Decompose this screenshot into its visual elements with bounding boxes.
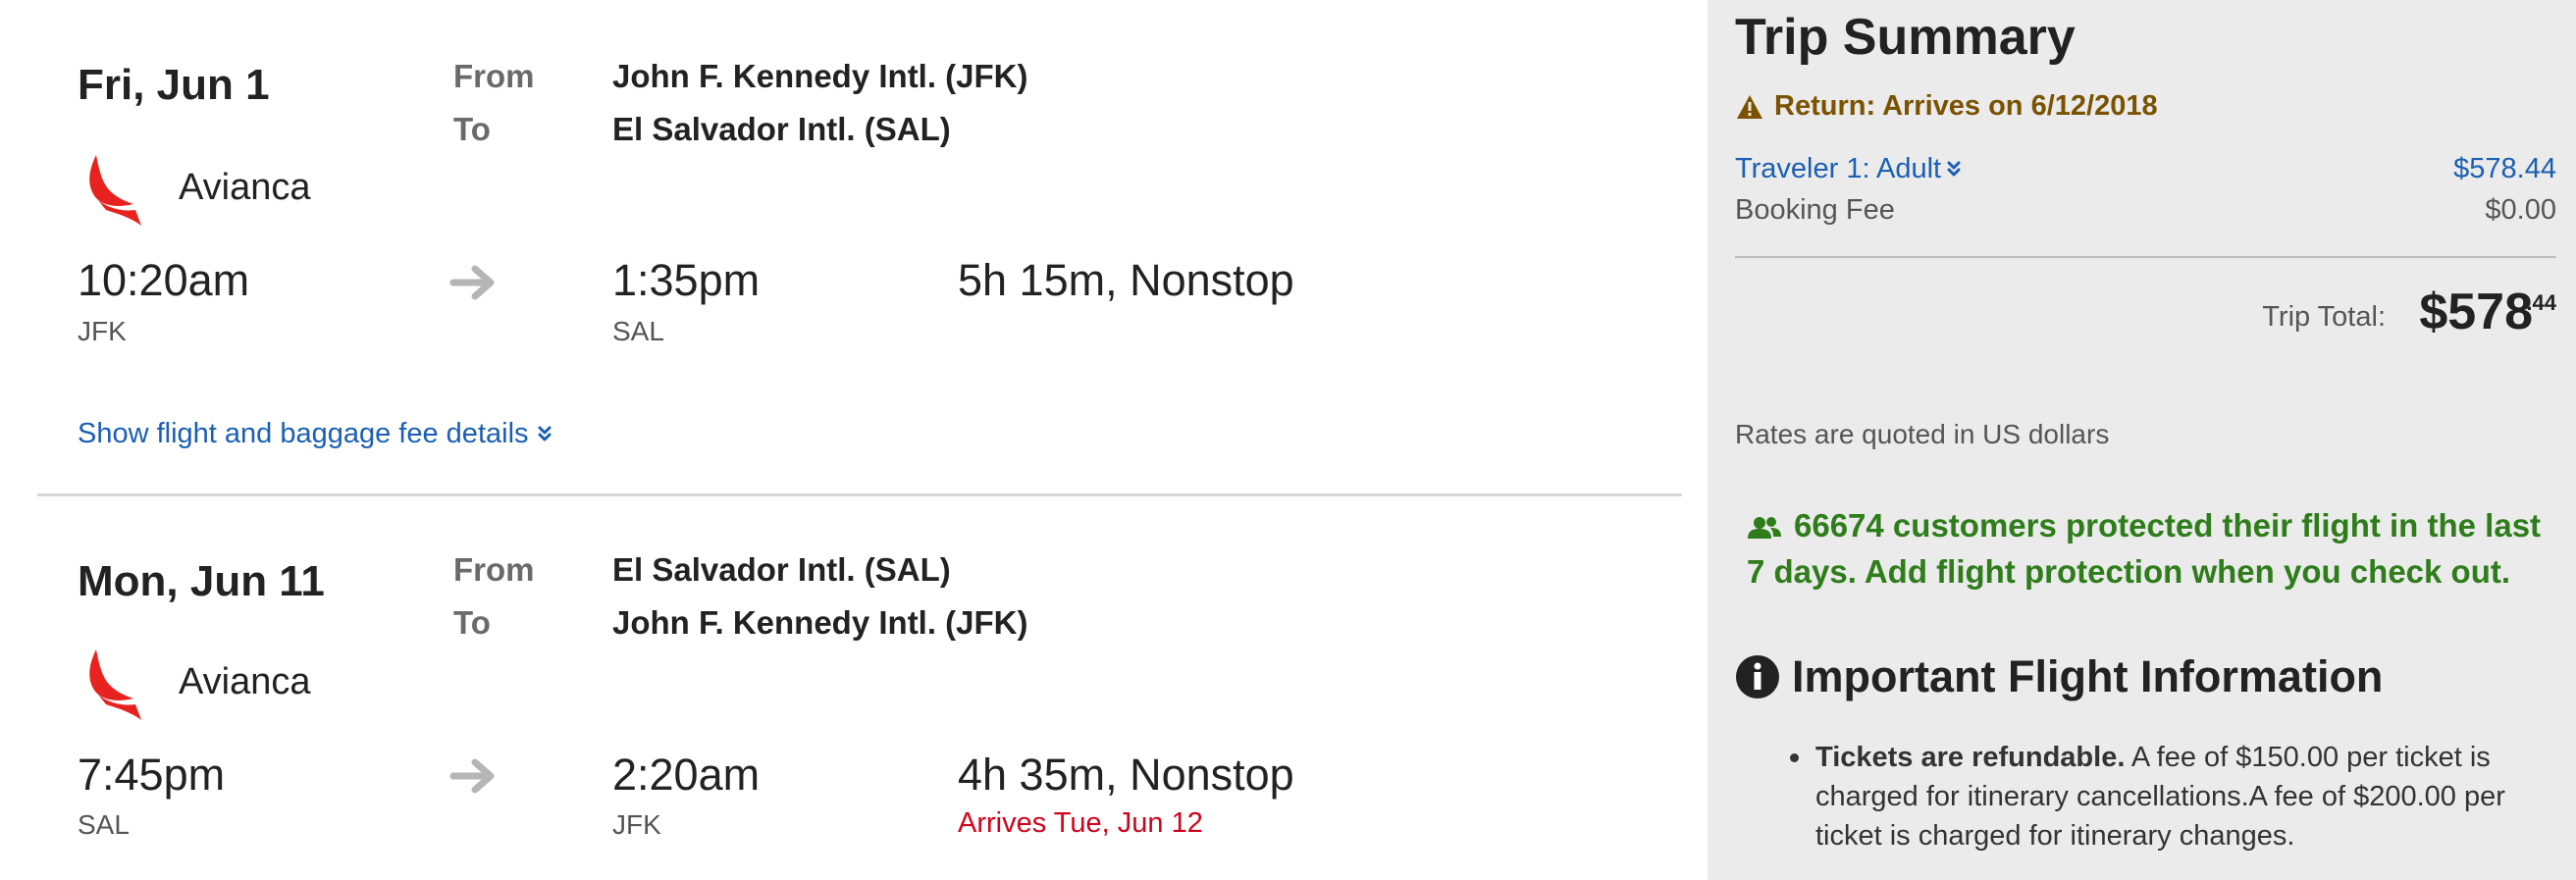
from-label: From bbox=[453, 58, 535, 94]
flight-duration: 5h 15m, Nonstop bbox=[958, 255, 1294, 305]
booking-fee-label: Booking Fee bbox=[1735, 194, 1895, 226]
leg-date: Mon, Jun 11 bbox=[78, 557, 325, 605]
trip-total-dollars: $578 bbox=[2419, 284, 2533, 340]
depart-time: 7:45pm bbox=[78, 750, 226, 800]
show-details-link[interactable]: Show flight and baggage fee details bbox=[78, 418, 552, 451]
double-chevron-down-icon bbox=[1946, 154, 1962, 186]
protection-text: 66674 customers protected their flight i… bbox=[1747, 507, 2542, 590]
arrive-code: JFK bbox=[612, 809, 661, 840]
to-label: To bbox=[453, 604, 491, 641]
arrive-time: 1:35pm bbox=[612, 255, 761, 305]
flight-duration: 4h 35m, Nonstop bbox=[958, 750, 1294, 800]
double-chevron-down-icon bbox=[537, 419, 552, 451]
itinerary-panel: Fri, Jun 1 From To John F. Kennedy Intl.… bbox=[0, 0, 1708, 880]
info-icon bbox=[1736, 655, 1779, 699]
flight-leg-outbound: Fri, Jun 1 From To John F. Kennedy Intl.… bbox=[0, 0, 1708, 495]
depart-code: JFK bbox=[78, 316, 127, 346]
trip-total-cents: .44 bbox=[2526, 290, 2556, 315]
airline-name: Avianca bbox=[179, 167, 311, 208]
from-label: From bbox=[453, 551, 535, 588]
flight-leg-return: Mon, Jun 11 From To El Salvador Intl. (S… bbox=[0, 495, 1708, 880]
arrow-right-icon bbox=[449, 756, 499, 796]
flight-protection-message: 66674 customers protected their flight i… bbox=[1747, 502, 2542, 595]
policy-bold-text: Tickets are refundable. bbox=[1815, 742, 2126, 773]
return-warning: Return: Arrives on 6/12/2018 bbox=[1735, 90, 2158, 123]
arrive-code: SAL bbox=[612, 316, 664, 346]
leg-date: Fri, Jun 1 bbox=[78, 61, 270, 109]
trip-total-label: Trip Total: bbox=[2262, 301, 2386, 333]
booking-fee-value: $0.00 bbox=[2485, 194, 2556, 226]
depart-time: 10:20am bbox=[78, 255, 250, 305]
traveler-label: Traveler 1: Adult bbox=[1735, 153, 1942, 184]
avianca-logo bbox=[79, 153, 153, 228]
airline-name: Avianca bbox=[179, 661, 311, 702]
refund-policy-item: Tickets are refundable. A fee of $150.00… bbox=[1790, 738, 2551, 855]
from-airport: John F. Kennedy Intl. (JFK) bbox=[612, 58, 1028, 94]
summary-divider bbox=[1735, 256, 2556, 258]
warning-icon bbox=[1737, 94, 1762, 119]
return-warning-text: Return: Arrives on 6/12/2018 bbox=[1774, 90, 2158, 122]
users-icon bbox=[1748, 517, 1781, 540]
arrival-next-day-note: Arrives Tue, Jun 12 bbox=[958, 807, 1203, 839]
to-label: To bbox=[453, 111, 491, 147]
arrive-time: 2:20am bbox=[612, 750, 761, 800]
traveler-toggle-link[interactable]: Traveler 1: Adult bbox=[1735, 153, 1962, 186]
arrow-right-icon bbox=[449, 263, 499, 302]
traveler-price: $578.44 bbox=[2453, 153, 2556, 184]
to-airport: John F. Kennedy Intl. (JFK) bbox=[612, 604, 1028, 641]
details-link-label: Show flight and baggage fee details bbox=[78, 418, 529, 449]
important-info-heading: Important Flight Information bbox=[1735, 651, 2383, 702]
depart-code: SAL bbox=[78, 809, 130, 840]
trip-summary-panel: Trip Summary Return: Arrives on 6/12/201… bbox=[1708, 0, 2576, 880]
to-airport: El Salvador Intl. (SAL) bbox=[612, 111, 951, 147]
from-airport: El Salvador Intl. (SAL) bbox=[612, 551, 951, 588]
avianca-logo bbox=[79, 647, 153, 722]
rates-note: Rates are quoted in US dollars bbox=[1735, 419, 2110, 449]
trip-summary-title: Trip Summary bbox=[1735, 9, 2076, 66]
important-info-title: Important Flight Information bbox=[1792, 651, 2384, 701]
